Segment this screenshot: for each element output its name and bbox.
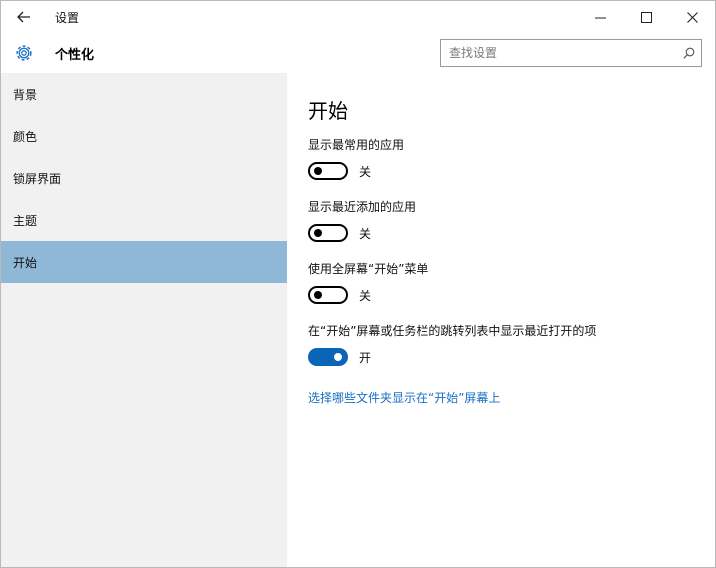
sidebar-item-label: 开始 — [13, 255, 38, 270]
close-icon — [686, 11, 698, 23]
main-content: 开始 显示最常用的应用 关 显示最近添加的应用 关 使用全屏幕“开始”菜单 关 … — [287, 73, 715, 567]
sidebar-item-label: 锁屏界面 — [13, 171, 62, 186]
recently-added-toggle[interactable] — [308, 224, 348, 242]
toggle-knob — [334, 353, 342, 361]
toggle-state-label: 关 — [359, 164, 372, 179]
close-button[interactable] — [669, 1, 715, 33]
setting-most-used: 显示最常用的应用 关 — [308, 135, 715, 187]
header-title: 个性化 — [55, 47, 95, 63]
setting-label: 显示最近添加的应用 — [308, 200, 417, 214]
back-button[interactable] — [1, 1, 47, 33]
setting-jump-lists: 在“开始”屏幕或任务栏的跳转列表中显示最近打开的项 开 — [308, 321, 715, 373]
window-controls — [577, 1, 715, 33]
window-title: 设置 — [55, 10, 80, 25]
setting-recently-added: 显示最近添加的应用 关 — [308, 197, 715, 249]
sidebar-item-label: 主题 — [13, 213, 38, 228]
full-screen-toggle[interactable] — [308, 286, 348, 304]
toggle-state-label: 关 — [359, 288, 372, 303]
toggle-knob — [314, 167, 322, 175]
toggle-state-label: 关 — [359, 226, 372, 241]
search-input[interactable] — [441, 40, 677, 66]
sidebar-item-label: 背景 — [13, 87, 38, 102]
search-box[interactable] — [440, 39, 702, 67]
setting-label: 显示最常用的应用 — [308, 138, 405, 152]
sidebar-item-start[interactable]: 开始 — [1, 241, 287, 283]
sidebar-item-lock-screen[interactable]: 锁屏界面 — [1, 157, 287, 199]
sidebar: 背景 颜色 锁屏界面 主题 开始 — [1, 73, 287, 567]
sidebar-item-label: 颜色 — [13, 129, 38, 144]
toggle-state-label: 开 — [359, 350, 372, 365]
minimize-icon — [594, 17, 606, 18]
setting-label: 使用全屏幕“开始”菜单 — [308, 262, 429, 276]
title-bar: 设置 — [1, 1, 715, 33]
back-arrow-icon — [17, 11, 30, 23]
toggle-knob — [314, 291, 322, 299]
maximize-button[interactable] — [623, 1, 669, 33]
setting-label: 在“开始”屏幕或任务栏的跳转列表中显示最近打开的项 — [308, 324, 597, 338]
search-icon[interactable] — [677, 41, 701, 65]
sidebar-item-themes[interactable]: 主题 — [1, 199, 287, 241]
page-title: 开始 — [308, 99, 348, 123]
settings-window: 设置 个性化 查找设置 背景 颜色 锁屏界面 主题 开始 开始 显示最常用的应用… — [0, 0, 716, 568]
page-header: 个性化 — [1, 33, 715, 73]
sidebar-item-background[interactable]: 背景 — [1, 73, 287, 115]
most-used-toggle[interactable] — [308, 162, 348, 180]
jump-lists-toggle[interactable] — [308, 348, 348, 366]
setting-full-screen: 使用全屏幕“开始”菜单 关 — [308, 259, 715, 311]
choose-folders-link[interactable]: 选择哪些文件夹显示在“开始”屏幕上 — [308, 389, 715, 406]
minimize-button[interactable] — [577, 1, 623, 33]
gear-icon — [16, 45, 32, 61]
toggle-knob — [314, 229, 322, 237]
sidebar-item-colors[interactable]: 颜色 — [1, 115, 287, 157]
maximize-icon — [640, 11, 652, 23]
